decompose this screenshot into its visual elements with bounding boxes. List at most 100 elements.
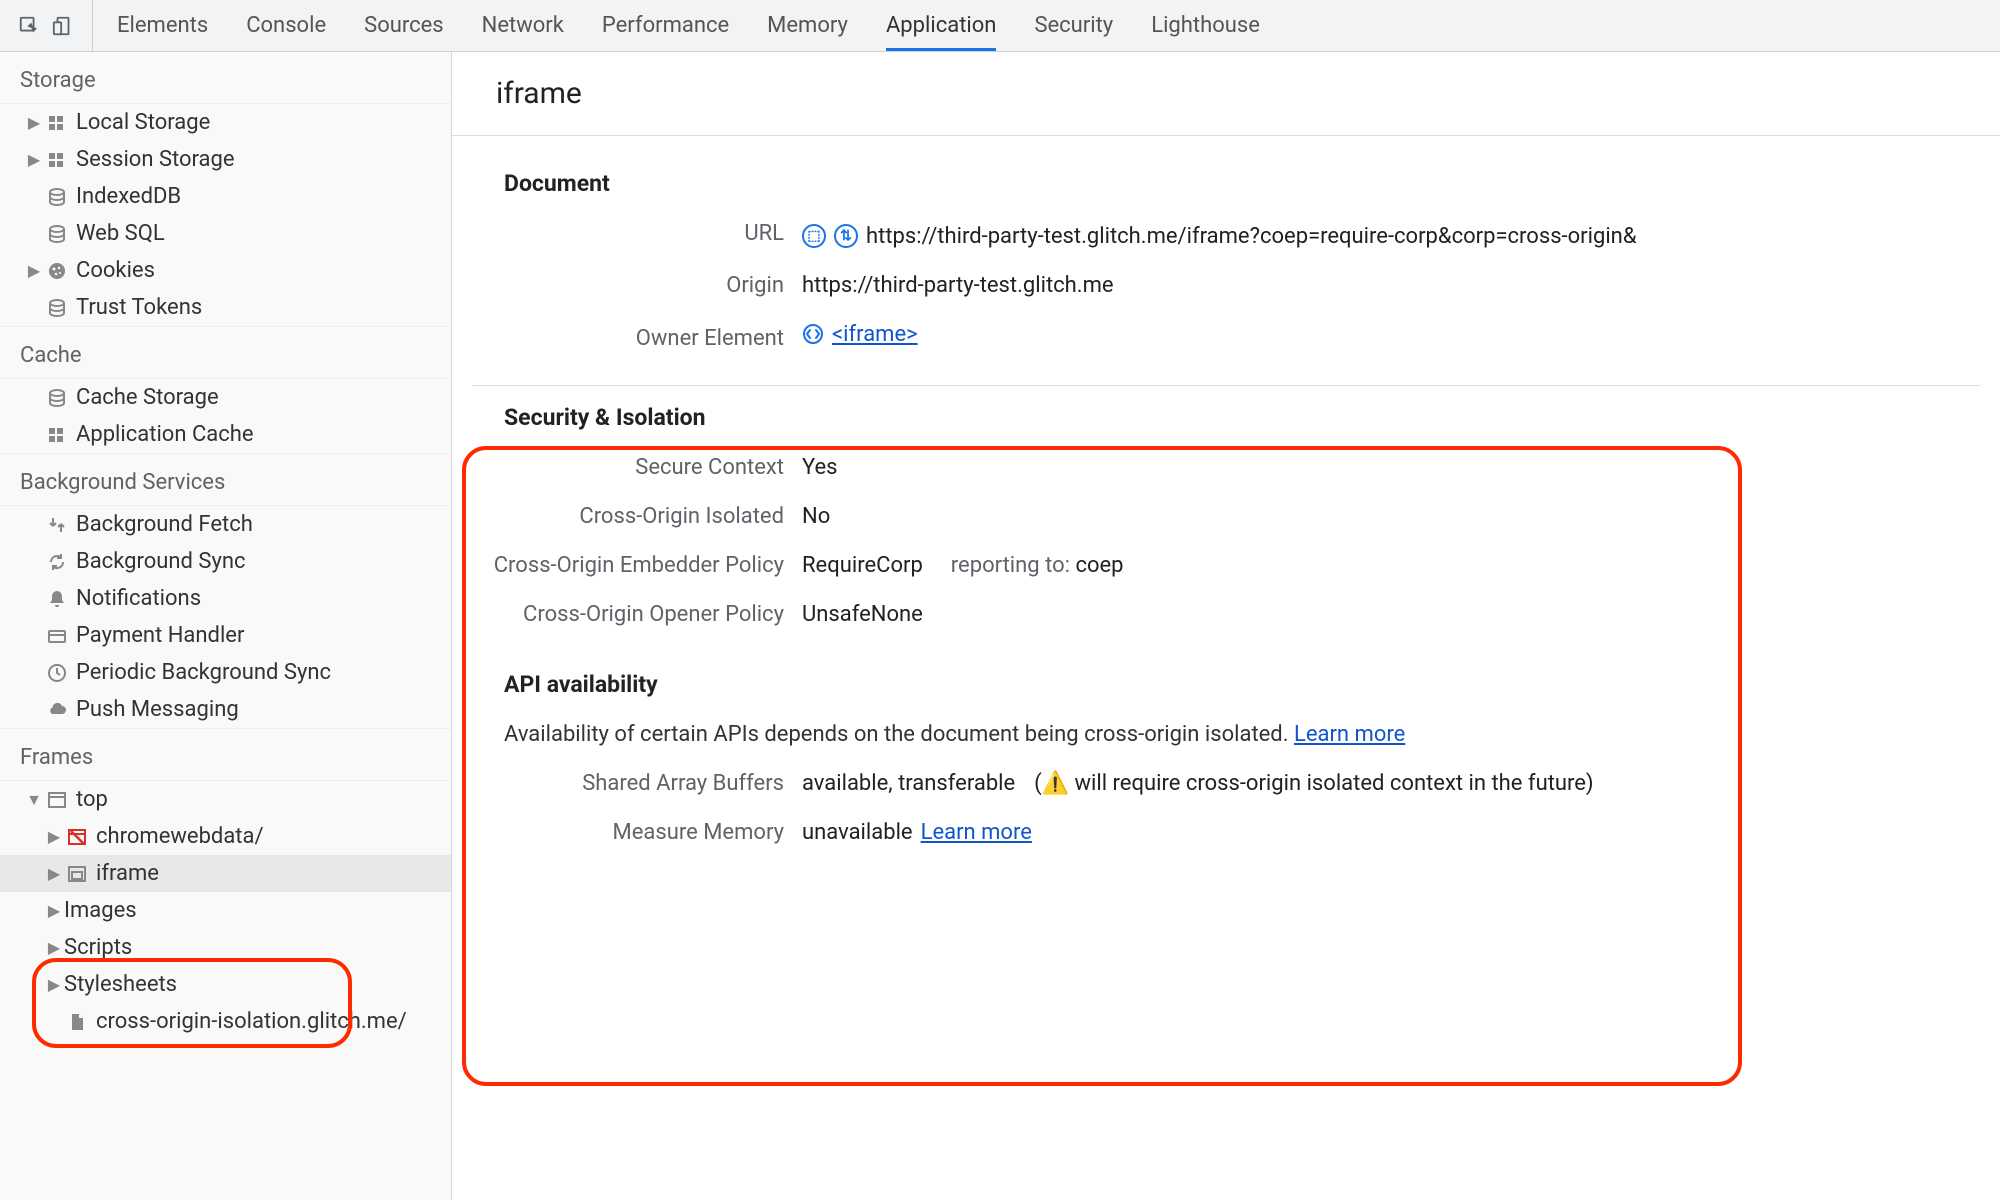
frame-details: iframe Document URL ⬚ ⇅ https://third-pa…	[452, 52, 2000, 1200]
frame-scripts[interactable]: ▶ Scripts	[0, 929, 451, 966]
devtools-tabs: Elements Console Sources Network Perform…	[117, 0, 1260, 51]
tab-memory[interactable]: Memory	[767, 0, 848, 51]
owner-element-row: Owner Element <iframe>	[472, 310, 1980, 364]
sidebar-item-push-messaging[interactable]: Push Messaging	[0, 691, 451, 728]
value: RequireCorp	[802, 553, 923, 578]
warning-text: will require cross-origin isolated conte…	[1069, 771, 1594, 796]
storage-icon	[44, 150, 70, 170]
label: Cross-Origin Isolated	[472, 504, 802, 529]
sidebar-item-cookies[interactable]: ▶ Cookies	[0, 252, 451, 289]
security-section: Security & Isolation	[472, 386, 1980, 443]
value: UnsafeNone	[802, 602, 1980, 627]
label: Local Storage	[76, 110, 210, 135]
database-icon	[44, 187, 70, 207]
expand-icon: ▶	[44, 938, 64, 957]
coop-row: Cross-Origin Opener Policy UnsafeNone	[472, 590, 1980, 639]
sidebar-item-background-fetch[interactable]: Background Fetch	[0, 506, 451, 543]
label: chromewebdata/	[96, 824, 264, 849]
expand-icon: ▶	[44, 864, 64, 883]
expand-icon: ▶	[44, 901, 64, 920]
sidebar-item-payment-handler[interactable]: Payment Handler	[0, 617, 451, 654]
bell-icon	[44, 589, 70, 609]
label: Secure Context	[472, 455, 802, 480]
cloud-icon	[44, 700, 70, 720]
label: Stylesheets	[64, 972, 177, 997]
sidebar-item-local-storage[interactable]: ▶ Local Storage	[0, 104, 451, 141]
document-section: Document	[472, 160, 1980, 209]
tab-console[interactable]: Console	[246, 0, 326, 51]
reporting-label: reporting to:	[951, 553, 1070, 578]
sidebar-item-cache-storage[interactable]: Cache Storage	[0, 379, 451, 416]
tab-network[interactable]: Network	[482, 0, 564, 51]
sidebar-item-application-cache[interactable]: Application Cache	[0, 416, 451, 453]
sidebar-item-websql[interactable]: Web SQL	[0, 215, 451, 252]
api-description: Availability of certain APIs depends on …	[472, 710, 1980, 759]
label: Shared Array Buffers	[472, 771, 802, 796]
element-badge-icon	[802, 323, 824, 345]
application-sidebar: Storage ▶ Local Storage ▶ Session Storag…	[0, 52, 452, 1200]
window-icon	[44, 790, 70, 810]
sidebar-item-trust-tokens[interactable]: Trust Tokens	[0, 289, 451, 326]
sidebar-item-indexeddb[interactable]: IndexedDB	[0, 178, 451, 215]
frame-images[interactable]: ▶ Images	[0, 892, 451, 929]
label: cross-origin-isolation.glitch.me/	[96, 1009, 407, 1034]
owner-element-link[interactable]: <iframe>	[832, 322, 918, 347]
frame-top[interactable]: ▼ top	[0, 781, 451, 818]
tab-lighthouse[interactable]: Lighthouse	[1151, 0, 1260, 51]
tab-sources[interactable]: Sources	[364, 0, 444, 51]
learn-more-link[interactable]: Learn more	[1294, 722, 1405, 747]
sidebar-item-session-storage[interactable]: ▶ Session Storage	[0, 141, 451, 178]
value: Yes	[802, 455, 1980, 480]
frame-chromewebdata[interactable]: ▶ chromewebdata/	[0, 818, 451, 855]
label: Origin	[472, 273, 802, 298]
devtools-toolbar: Elements Console Sources Network Perform…	[0, 0, 2000, 52]
warning-icon: ⚠️	[1042, 771, 1069, 796]
open-network-panel-icon[interactable]: ⇅	[834, 224, 858, 248]
sidebar-item-periodic-sync[interactable]: Periodic Background Sync	[0, 654, 451, 691]
database-icon	[44, 388, 70, 408]
origin-row: Origin https://third-party-test.glitch.m…	[472, 261, 1980, 310]
tab-performance[interactable]: Performance	[602, 0, 729, 51]
tab-elements[interactable]: Elements	[117, 0, 208, 51]
sidebar-item-background-sync[interactable]: Background Sync	[0, 543, 451, 580]
expand-icon: ▶	[44, 827, 64, 846]
device-toolbar-icon[interactable]	[52, 15, 74, 37]
sidebar-item-notifications[interactable]: Notifications	[0, 580, 451, 617]
inspect-element-icon[interactable]	[18, 15, 40, 37]
label: Cross-Origin Embedder Policy	[472, 553, 802, 578]
database-icon	[44, 298, 70, 318]
label: Cross-Origin Opener Policy	[472, 602, 802, 627]
expand-icon: ▶	[24, 113, 44, 132]
tab-security[interactable]: Security	[1034, 0, 1113, 51]
tab-application[interactable]: Application	[886, 0, 996, 51]
frame-resource[interactable]: cross-origin-isolation.glitch.me/	[0, 1003, 451, 1040]
coep-row: Cross-Origin Embedder Policy RequireCorp…	[472, 541, 1980, 590]
toolbar-icons	[18, 0, 93, 51]
label: Trust Tokens	[76, 295, 202, 320]
label: Owner Element	[472, 326, 802, 351]
cache-header: Cache	[0, 326, 451, 379]
clock-icon	[44, 663, 70, 683]
document-icon	[64, 1012, 90, 1032]
sab-row: Shared Array Buffers available, transfer…	[472, 759, 1980, 808]
frame-icon	[64, 864, 90, 884]
window-error-icon	[64, 827, 90, 847]
background-header: Background Services	[0, 453, 451, 506]
frame-iframe[interactable]: ▶ iframe	[0, 855, 451, 892]
label: top	[76, 787, 108, 812]
learn-more-link[interactable]: Learn more	[921, 820, 1032, 845]
url-value: https://third-party-test.glitch.me/ifram…	[866, 224, 1637, 249]
measure-memory-row: Measure Memory unavailable Learn more	[472, 808, 1980, 857]
expand-icon: ▼	[24, 790, 44, 810]
fetch-icon	[44, 515, 70, 535]
label: Cookies	[76, 258, 155, 283]
reveal-element-icon[interactable]: ⬚	[802, 224, 826, 248]
value: available, transferable	[802, 771, 1015, 796]
frame-stylesheets[interactable]: ▶ Stylesheets	[0, 966, 451, 1003]
origin-value: https://third-party-test.glitch.me	[802, 273, 1980, 298]
expand-icon: ▶	[24, 261, 44, 280]
page-title: iframe	[452, 52, 2000, 136]
storage-icon	[44, 113, 70, 133]
cookie-icon	[44, 261, 70, 281]
label: URL	[472, 221, 802, 246]
